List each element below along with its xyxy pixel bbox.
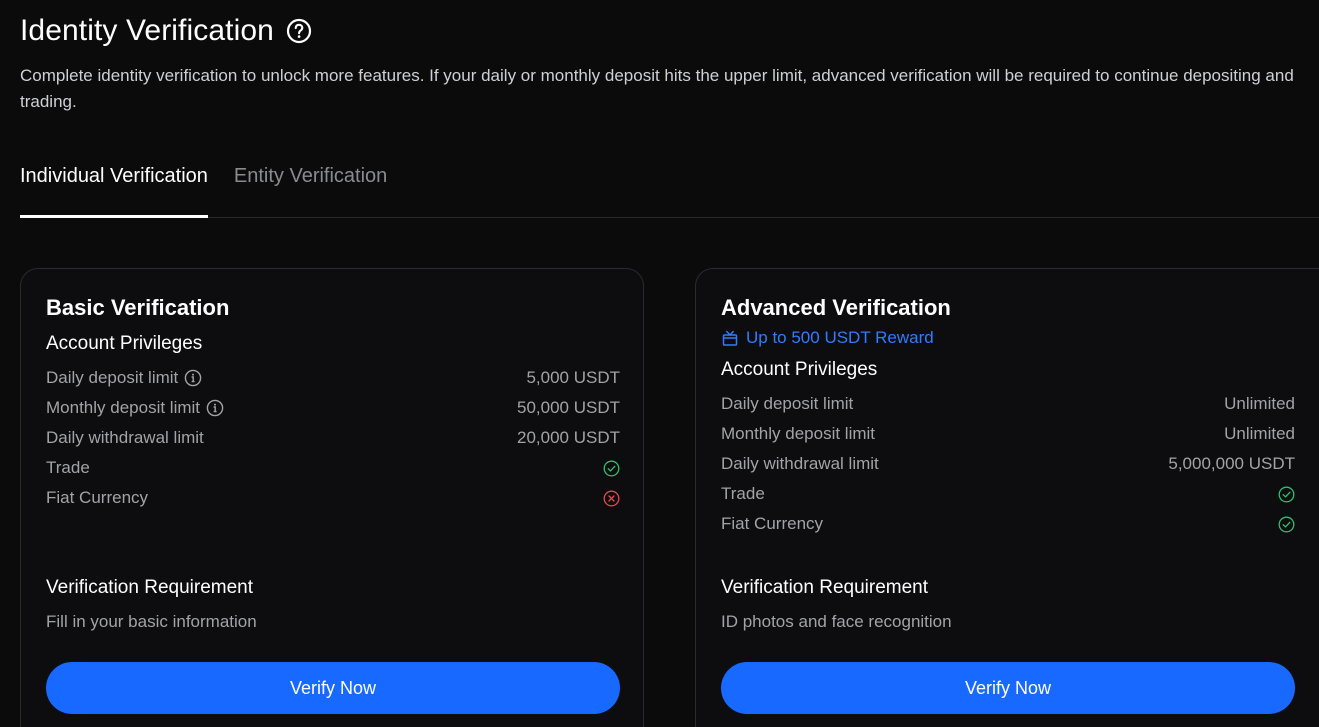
basic-requirement-block: Verification Requirement Fill in your ba… [46, 575, 620, 633]
advanced-daily-deposit-label: Daily deposit limit [721, 394, 854, 413]
verification-tabs: Individual Verification Entity Verificat… [20, 160, 1319, 218]
page-description: Complete identity verification to unlock… [20, 66, 1294, 111]
x-circle-icon [603, 490, 620, 507]
help-icon[interactable] [286, 18, 312, 44]
identity-verification-page: Identity Verification Complete identity … [0, 0, 1319, 727]
gift-icon [721, 329, 739, 347]
basic-monthly-deposit-value: 50,000 USDT [517, 398, 620, 417]
advanced-daily-withdrawal-value: 5,000,000 USDT [1168, 454, 1295, 473]
basic-monthly-deposit-label-group: Monthly deposit limit [46, 398, 224, 418]
basic-monthly-deposit-label: Monthly deposit limit [46, 398, 201, 417]
basic-daily-withdrawal-value: 20,000 USDT [517, 428, 620, 447]
page-title: Identity Verification [20, 14, 274, 47]
reward-link[interactable]: Up to 500 USDT Reward [721, 327, 1295, 349]
basic-daily-withdrawal-row: Daily withdrawal limit 20,000 USDT [46, 423, 620, 453]
check-circle-icon [603, 460, 620, 477]
advanced-monthly-deposit-row: Monthly deposit limit Unlimited [721, 419, 1295, 449]
basic-monthly-deposit-row: Monthly deposit limit 50,000 USDT [46, 393, 620, 423]
basic-daily-deposit-value: 5,000 USDT [526, 368, 620, 387]
check-circle-icon [1278, 486, 1295, 503]
advanced-daily-deposit-value: Unlimited [1224, 394, 1295, 413]
advanced-privileges-title: Account Privileges [721, 359, 878, 380]
basic-trade-label: Trade [46, 458, 90, 477]
advanced-requirement-text: ID photos and face recognition [721, 612, 952, 631]
advanced-card-title: Advanced Verification [721, 295, 951, 320]
advanced-fiat-currency-row: Fiat Currency [721, 509, 1295, 539]
advanced-trade-row: Trade [721, 479, 1295, 509]
advanced-fiat-currency-label: Fiat Currency [721, 514, 824, 533]
advanced-monthly-deposit-label: Monthly deposit limit [721, 424, 876, 443]
advanced-verify-now-button[interactable]: Verify Now [721, 662, 1295, 714]
advanced-trade-label: Trade [721, 484, 765, 503]
basic-card-title: Basic Verification [46, 295, 230, 320]
advanced-daily-deposit-row: Daily deposit limit Unlimited [721, 389, 1295, 419]
advanced-privileges-list: Daily deposit limit Unlimited Monthly de… [721, 389, 1295, 539]
basic-fiat-currency-label: Fiat Currency [46, 488, 149, 507]
basic-verification-card: Basic Verification Account Privileges Da… [20, 268, 644, 727]
advanced-card-content: Advanced Verification Up to 500 USDT Rew… [721, 293, 1295, 539]
reward-text: Up to 500 USDT Reward [746, 328, 934, 347]
basic-daily-deposit-label: Daily deposit limit [46, 368, 179, 387]
basic-fiat-currency-row: Fiat Currency [46, 483, 620, 513]
info-icon[interactable] [184, 369, 202, 387]
basic-privileges-title: Account Privileges [46, 333, 203, 354]
advanced-daily-withdrawal-row: Daily withdrawal limit 5,000,000 USDT [721, 449, 1295, 479]
title-row: Identity Verification [20, 12, 312, 50]
tab-entity-verification[interactable]: Entity Verification [234, 160, 387, 217]
basic-requirement-title: Verification Requirement [46, 577, 253, 598]
advanced-requirement-title: Verification Requirement [721, 577, 928, 598]
basic-privileges-list: Daily deposit limit 5,000 USDT Monthly d… [46, 363, 620, 513]
advanced-monthly-deposit-value: Unlimited [1224, 424, 1295, 443]
advanced-requirement-block: Verification Requirement ID photos and f… [721, 575, 1295, 633]
info-icon[interactable] [206, 399, 224, 417]
advanced-verification-card: Advanced Verification Up to 500 USDT Rew… [695, 268, 1319, 727]
basic-card-content: Basic Verification Account Privileges Da… [46, 293, 620, 513]
basic-daily-deposit-label-group: Daily deposit limit [46, 368, 202, 388]
basic-daily-deposit-row: Daily deposit limit 5,000 USDT [46, 363, 620, 393]
advanced-daily-withdrawal-label: Daily withdrawal limit [721, 454, 879, 473]
basic-verify-now-button[interactable]: Verify Now [46, 662, 620, 714]
basic-trade-row: Trade [46, 453, 620, 483]
basic-requirement-text: Fill in your basic information [46, 612, 257, 631]
basic-daily-withdrawal-label: Daily withdrawal limit [46, 428, 204, 447]
check-circle-icon [1278, 516, 1295, 533]
tab-individual-verification[interactable]: Individual Verification [20, 160, 208, 218]
